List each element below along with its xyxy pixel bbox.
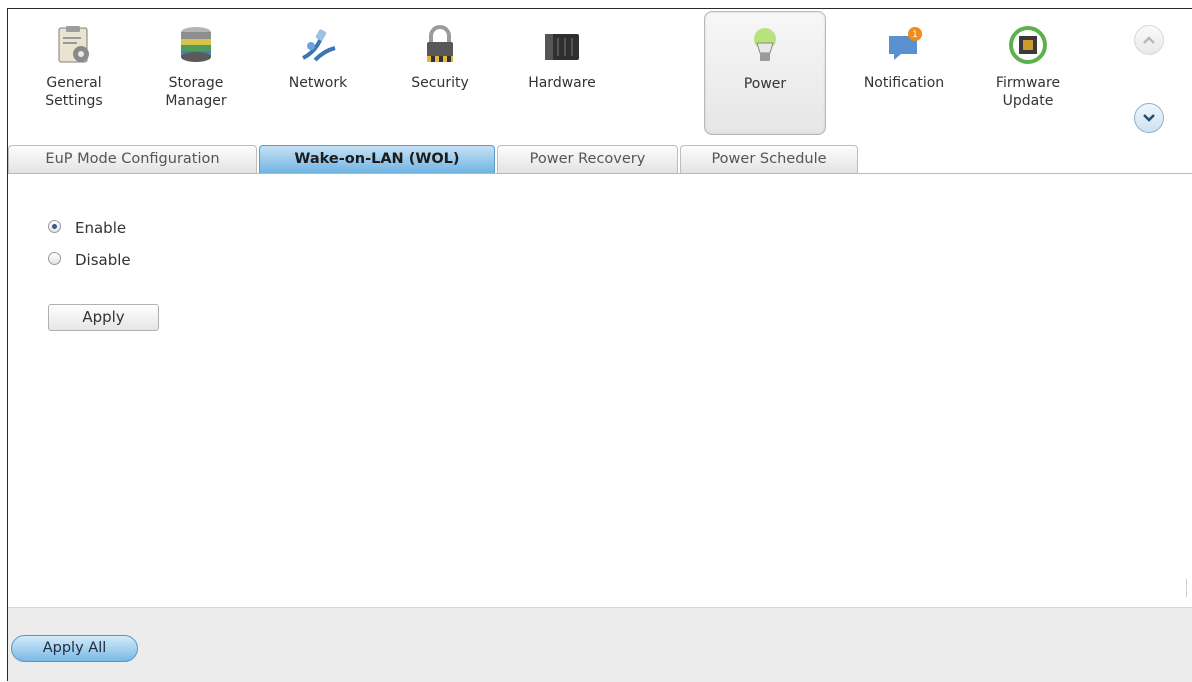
tab-strip: EuP Mode Configuration Wake-on-LAN (WOL)… (8, 143, 1192, 174)
scroll-down-button[interactable] (1134, 103, 1164, 133)
toolbar-item-label: Firmware Update (995, 75, 1061, 109)
apply-all-button[interactable]: Apply All (11, 635, 138, 662)
toolbar-item-network[interactable]: Network (258, 11, 378, 133)
disable-label: Disable (75, 251, 131, 269)
wol-enable-option[interactable]: Enable (48, 219, 126, 237)
toolbar-item-label: Hardware (528, 75, 596, 91)
toolbar-item-hardware[interactable]: Hardware (502, 11, 622, 133)
speech-bubble-icon: 1 (889, 27, 922, 60)
toolbar-item-label: Notification (863, 75, 945, 91)
tab-power-schedule[interactable]: Power Schedule (680, 145, 858, 173)
toolbar-item-label: Network (288, 75, 348, 91)
lightbulb-icon (754, 28, 776, 61)
toolbar-item-power[interactable]: Power (704, 11, 826, 135)
apply-button[interactable]: Apply (48, 304, 159, 331)
toolbar-item-label: Storage Manager (165, 75, 227, 109)
divider (1186, 579, 1187, 597)
tab-power-recovery[interactable]: Power Recovery (497, 145, 678, 173)
network-plug-icon (302, 29, 336, 62)
toolbar-item-storage-manager[interactable]: Storage Manager (136, 11, 256, 133)
settings-window: General Settings Storage Manager Network (7, 8, 1192, 682)
scroll-up-button[interactable] (1134, 25, 1164, 55)
chevron-down-icon (1143, 114, 1155, 122)
enable-radio[interactable] (48, 220, 61, 233)
nas-box-icon (545, 34, 579, 60)
toolbar-item-firmware-update[interactable]: Firmware Update (968, 11, 1088, 133)
enable-label: Enable (75, 219, 127, 237)
chevron-up-icon (1143, 36, 1155, 44)
padlock-icon (427, 25, 453, 62)
tab-wake-on-lan[interactable]: Wake-on-LAN (WOL) (259, 145, 495, 173)
toolbar-item-notification[interactable]: 1 Notification (844, 11, 964, 133)
toolbar-item-label: Security (411, 75, 469, 91)
wol-disable-option[interactable]: Disable (48, 251, 131, 269)
toolbar-item-security[interactable]: Security (380, 11, 500, 133)
tab-eup-mode[interactable]: EuP Mode Configuration (8, 145, 257, 173)
chip-refresh-icon (1009, 26, 1047, 64)
svg-text:1: 1 (912, 30, 918, 40)
footer-bar: Apply All (8, 607, 1192, 682)
toolbar-item-label: Power (743, 76, 787, 92)
clipboard-gear-icon (58, 26, 89, 63)
toolbar-item-general-settings[interactable]: General Settings (14, 11, 134, 133)
toolbar-item-label: General Settings (45, 75, 103, 109)
disk-stack-icon (181, 27, 211, 62)
disable-radio[interactable] (48, 252, 61, 265)
